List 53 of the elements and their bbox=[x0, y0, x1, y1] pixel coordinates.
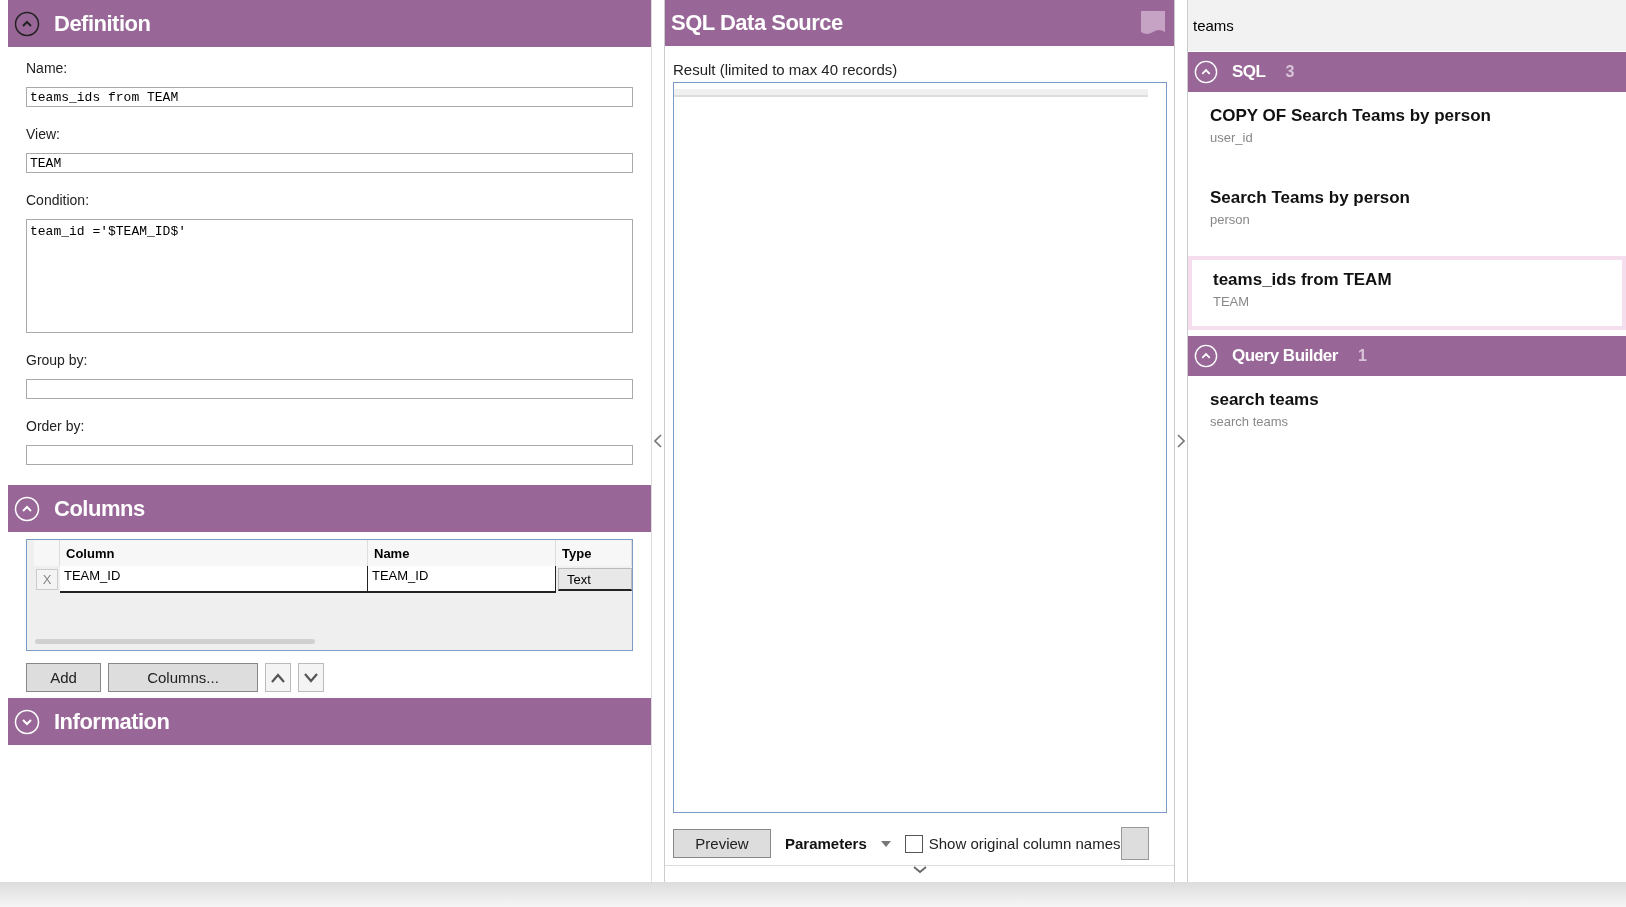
preview-button[interactable]: Preview bbox=[673, 829, 771, 858]
field-label: Condition: bbox=[26, 192, 91, 208]
group-title: Query Builder bbox=[1232, 346, 1338, 366]
grid-header-cell: Name bbox=[368, 540, 556, 566]
sql-document-icon bbox=[1140, 10, 1166, 36]
text-field[interactable] bbox=[26, 379, 633, 399]
query-title: teams_ids from TEAM bbox=[1213, 270, 1393, 290]
toolbar-button[interactable] bbox=[1120, 827, 1149, 860]
grid-action-button[interactable]: Columns... bbox=[108, 663, 258, 692]
grid-header-cell: Type bbox=[556, 540, 632, 566]
condition-field[interactable]: team_id ='$TEAM_ID$' bbox=[26, 219, 633, 333]
grid-cell: TEAM_ID bbox=[60, 566, 368, 593]
section-title: Columns bbox=[54, 495, 145, 522]
field-label: Order by: bbox=[26, 418, 86, 434]
group-count: 1 bbox=[1357, 347, 1367, 365]
grid-action-button[interactable]: Add bbox=[26, 663, 101, 692]
query-title: search teams bbox=[1210, 390, 1320, 410]
collapse-right-icon[interactable] bbox=[1177, 434, 1185, 448]
result-label: Result (limited to max 40 records) bbox=[673, 61, 899, 78]
dropdown-arrow-icon bbox=[880, 840, 891, 847]
scrollbar[interactable] bbox=[35, 639, 315, 644]
group-count: 3 bbox=[1285, 63, 1295, 81]
text-field[interactable] bbox=[26, 445, 633, 465]
grid-cell: TEAM_ID bbox=[368, 566, 556, 593]
chevron-down-icon[interactable] bbox=[912, 866, 927, 874]
section-title: Information bbox=[54, 708, 170, 735]
text-field[interactable]: TEAM bbox=[26, 153, 633, 173]
expand-icon[interactable] bbox=[14, 708, 40, 735]
section-title: Definition bbox=[54, 10, 151, 37]
query-title: COPY OF Search Teams by person bbox=[1210, 106, 1492, 126]
text-field[interactable]: teams_ids from TEAM bbox=[26, 87, 633, 107]
move-down-button[interactable] bbox=[298, 663, 324, 692]
grid-header-cell: Column bbox=[60, 540, 368, 566]
query-list-item[interactable]: teams_ids from TEAM TEAM bbox=[1188, 256, 1626, 330]
query-subtitle: search teams bbox=[1210, 414, 1290, 429]
collapse-left-icon[interactable] bbox=[654, 434, 662, 448]
field-label: Group by: bbox=[26, 352, 89, 368]
query-title: Search Teams by person bbox=[1210, 188, 1411, 208]
collapse-icon[interactable] bbox=[14, 10, 40, 37]
type-dropdown[interactable]: Text bbox=[558, 568, 632, 591]
panel-title: SQL Data Source bbox=[671, 10, 843, 36]
caret-up-icon bbox=[271, 672, 285, 683]
query-subtitle: person bbox=[1210, 212, 1251, 227]
search-field[interactable]: teams bbox=[1188, 0, 1626, 51]
caret-down-icon bbox=[304, 672, 318, 683]
query-subtitle: user_id bbox=[1210, 130, 1254, 145]
move-up-button[interactable] bbox=[265, 663, 291, 692]
group-title: SQL bbox=[1232, 62, 1266, 82]
field-label: View: bbox=[26, 126, 61, 142]
parameters-dropdown[interactable]: Parameters bbox=[785, 835, 891, 852]
query-subtitle: TEAM bbox=[1213, 294, 1251, 309]
show-original-checkbox[interactable]: Show original column names bbox=[904, 834, 1121, 853]
field-label: Name: bbox=[26, 60, 69, 76]
